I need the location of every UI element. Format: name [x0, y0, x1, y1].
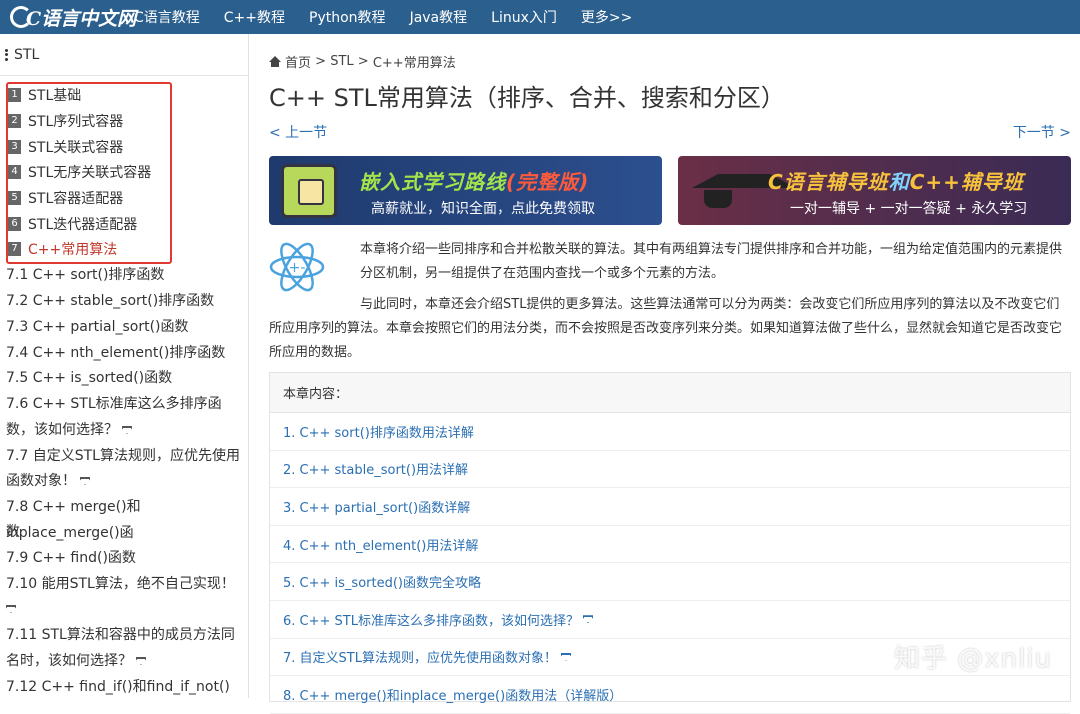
toc-item[interactable]: 1. C++ sort()排序函数用法详解 [270, 413, 1070, 451]
site-logo[interactable]: C语言中文网 [10, 3, 136, 31]
chapter-item[interactable]: 6 STL迭代器适配器 [8, 213, 137, 235]
menu-dots-icon [5, 48, 8, 61]
vip-gem-icon [582, 615, 593, 624]
next-section-link[interactable]: 下一节 > [1013, 122, 1071, 142]
page-title: C++ STL常用算法（排序、合并、搜索和分区） [269, 84, 785, 112]
toc-heading: 本章内容： [270, 373, 1070, 413]
atom-icon: +- [269, 242, 325, 292]
subsection-link[interactable]: 7.12 C++ find_if()和find_if_not()函数 [6, 674, 242, 698]
sidebar-heading-label: STL [14, 46, 40, 63]
subsection-link-cont[interactable]: 数 [6, 519, 242, 545]
subsection-link[interactable]: 7.7 自定义STL算法规则，应优先使用 [6, 443, 242, 469]
chapter-number: 1 [8, 88, 21, 102]
chapter-number: 2 [8, 114, 21, 128]
subsection-link[interactable]: 7.2 C++ stable_sort()排序函数 [6, 288, 242, 314]
home-icon [269, 56, 281, 67]
vip-gem-icon [6, 605, 16, 613]
chapter-label: C++常用算法 [28, 242, 118, 258]
chapter-item-active[interactable]: 7 C++常用算法 [8, 238, 117, 260]
subsection-link[interactable]: 7.1 C++ sort()排序函数 [6, 262, 242, 288]
chapter-number: 4 [8, 165, 21, 179]
chapter-label: STL无序关联式容器 [28, 165, 152, 181]
tutoring-class-banner[interactable]: C语言辅导班和C++辅导班 一对一辅导 + 一对一答疑 + 永久学习 [678, 156, 1071, 225]
chapter-label: STL容器适配器 [28, 191, 124, 207]
sidebar-heading[interactable]: STL [0, 34, 248, 76]
graduation-cap-icon [690, 164, 796, 218]
toc-item[interactable]: 3. C++ partial_sort()函数详解 [270, 488, 1070, 526]
vip-gem-icon [122, 426, 132, 434]
chapter-item[interactable]: 5 STL容器适配器 [8, 187, 123, 209]
nav-link-c[interactable]: C语言教程 [134, 7, 200, 27]
chapter-item[interactable]: 2 STL序列式容器 [8, 110, 123, 132]
chapter-item[interactable]: 3 STL关联式容器 [8, 136, 123, 158]
toc-item[interactable]: 4. C++ nth_element()用法详解 [270, 526, 1070, 564]
subsection-link[interactable]: 7.9 C++ find()函数 [6, 545, 242, 571]
chapter-label: STL关联式容器 [28, 140, 124, 156]
toc-item[interactable]: 5. C++ is_sorted()函数完全攻略 [270, 563, 1070, 601]
chapter-number: 3 [8, 140, 21, 154]
intro-paragraph: 本章将介绍一些同排序和合并松散关联的算法。其中有两组算法专门提供排序和合并功能，… [360, 242, 1063, 281]
subsection-label: 数，该如何选择？ [6, 422, 118, 438]
nav-link-more[interactable]: 更多>> [581, 7, 632, 27]
chapter-number: 5 [8, 191, 21, 205]
breadcrumb-sep: > [315, 54, 327, 69]
chip-illustration-icon [281, 164, 337, 218]
intro-paragraph: 与此同时，本章还会介绍STL提供的更多算法。这些算法通常可以分为两类：会改变它们… [269, 297, 1063, 360]
toc-item-label: 6. C++ STL标准库这么多排序函数，该如何选择？ [283, 613, 579, 629]
nav-link-python[interactable]: Python教程 [309, 7, 386, 27]
chapter-label: STL迭代器适配器 [28, 217, 138, 233]
nav-links: C语言教程 C++教程 Python教程 Java教程 Linux入门 更多>> [134, 0, 656, 34]
chapter-item[interactable]: 1 STL基础 [8, 84, 81, 106]
nav-link-cpp[interactable]: C++教程 [224, 7, 285, 27]
subsection-label: 名时，该如何选择？ [6, 653, 132, 669]
breadcrumb-current[interactable]: C++常用算法 [373, 52, 456, 71]
vip-gem-icon [136, 657, 146, 665]
vip-gem-icon [80, 477, 90, 485]
subsection-label: 函数对象！ [6, 473, 76, 489]
banner-subline: 一对一辅导 + 一对一答疑 + 永久学习 [790, 201, 1028, 217]
main-content: 首页 > STL > C++常用算法 C++ STL常用算法（排序、合并、搜索和… [269, 34, 1071, 714]
svg-text:+-: +- [289, 260, 306, 276]
breadcrumb-home[interactable]: 首页 [285, 52, 311, 71]
nav-link-java[interactable]: Java教程 [410, 7, 468, 27]
subsection-link[interactable]: 7.6 C++ STL标准库这么多排序函 [6, 391, 242, 417]
subsection-link[interactable]: 7.5 C++ is_sorted()函数 [6, 365, 242, 391]
chapter-item[interactable]: 4 STL无序关联式容器 [8, 161, 151, 183]
embedded-roadmap-banner[interactable]: 嵌入式学习路线(完整版) 高薪就业，知识全面，点此免费领取 [269, 156, 662, 225]
chapter-label: STL序列式容器 [28, 114, 124, 130]
toc-item-label: 7. 自定义STL算法规则，应优先使用函数对象！ [283, 651, 557, 667]
banner-headline: 嵌入式学习路线(完整版) [359, 170, 590, 194]
subsection-link-cont[interactable]: 函数对象！ [6, 468, 242, 494]
subsection-link[interactable]: 7.10 能用STL算法，绝不自己实现！ [6, 571, 242, 597]
subsection-link-cont[interactable]: 数，该如何选择？ [6, 417, 242, 443]
sidebar: STL 1 STL基础 2 STL序列式容器 3 STL关联式容器 4 STL无… [0, 34, 249, 698]
zhihu-watermark: 知乎 @xnliu [893, 644, 1052, 674]
subsection-link-cont[interactable]: 名时，该如何选择？ [6, 648, 242, 674]
toc-item[interactable]: 2. C++ stable_sort()用法详解 [270, 451, 1070, 489]
chapter-label: STL基础 [28, 88, 82, 104]
banner-subline: 高薪就业，知识全面，点此免费领取 [371, 201, 595, 217]
toc-item[interactable]: 6. C++ STL标准库这么多排序函数，该如何选择？ [270, 601, 1070, 639]
top-navbar: C语言中文网 C语言教程 C++教程 Python教程 Java教程 Linux… [0, 0, 1080, 34]
subsection-link[interactable]: 7.3 C++ partial_sort()函数 [6, 314, 242, 340]
breadcrumb: 首页 > STL > C++常用算法 [269, 52, 456, 71]
subsection-link-cont[interactable] [6, 596, 242, 622]
subsection-link[interactable]: 7.11 STL算法和容器中的成员方法同 [6, 622, 242, 648]
prev-section-link[interactable]: < 上一节 [269, 122, 327, 142]
nav-link-linux[interactable]: Linux入门 [491, 7, 557, 27]
toc-item[interactable]: 8. C++ merge()和inplace_merge()函数用法（详解版） [270, 676, 1070, 714]
chapter-number: 7 [8, 242, 21, 256]
logo-text: C语言中文网 [26, 7, 137, 30]
banner-headline: C语言辅导班和C++辅导班 [768, 170, 1024, 194]
vip-gem-icon [560, 652, 571, 661]
breadcrumb-sep: > [357, 54, 369, 69]
breadcrumb-section[interactable]: STL [330, 54, 353, 69]
chapter-number: 6 [8, 217, 21, 231]
subsection-link[interactable]: 7.4 C++ nth_element()排序函数 [6, 340, 242, 366]
